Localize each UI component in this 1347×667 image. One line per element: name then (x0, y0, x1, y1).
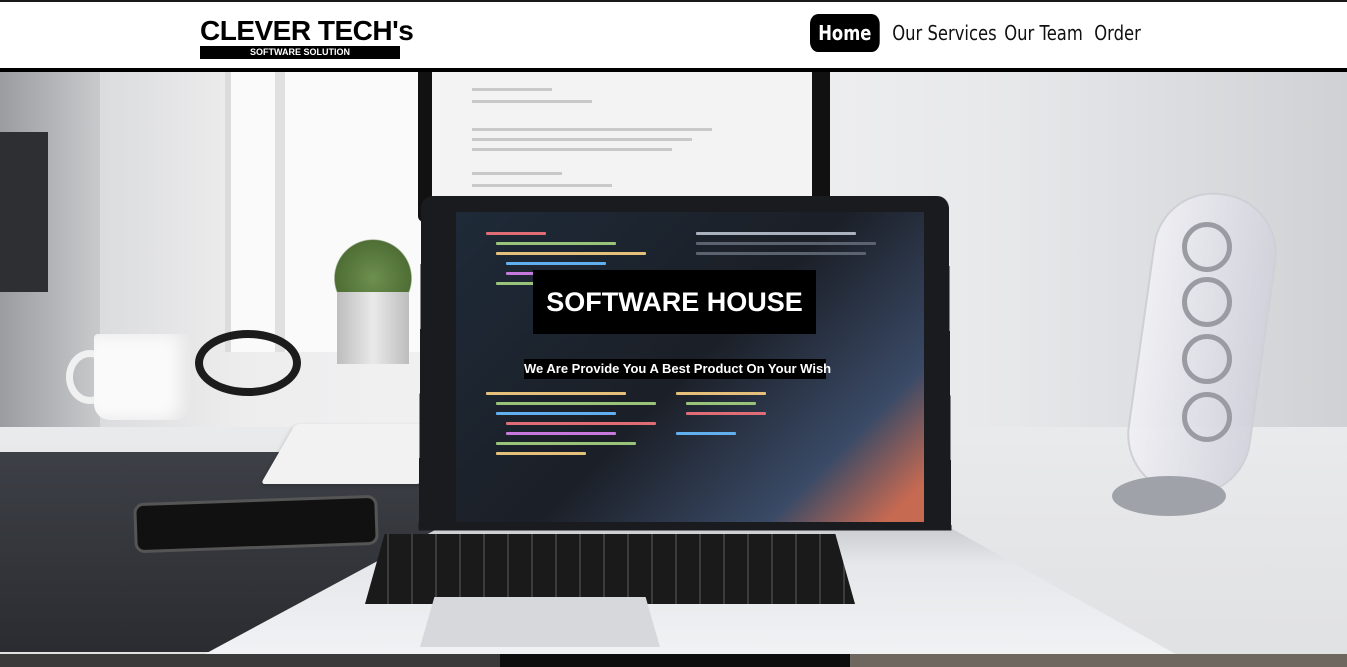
preview-segment (500, 654, 850, 667)
hero-banner: SOFTWARE HOUSE We Are Provide You A Best… (0, 72, 1347, 654)
preview-segment (0, 654, 500, 667)
lamp-base (1112, 476, 1226, 516)
brand-tagline: SOFTWARE SOLUTION (200, 46, 400, 59)
preview-segment (850, 654, 1347, 667)
lamp-ring (1182, 277, 1232, 327)
lamp-ring (1182, 334, 1232, 384)
plant-pot (337, 292, 409, 364)
navbar: CLEVER TECH's SOFTWARE SOLUTION Home Our… (0, 2, 1347, 68)
background-monitor (0, 132, 48, 292)
monitor-screen (432, 72, 812, 212)
nav-our-team[interactable]: Our Team (996, 14, 1091, 52)
lamp-ring (1182, 392, 1232, 442)
nav-home[interactable]: Home (810, 14, 880, 52)
nav-our-services[interactable]: Our Services (884, 14, 1005, 52)
window-frame (275, 72, 285, 352)
main-nav: Home Our Services Our Team Order (810, 14, 1146, 52)
smartphone (133, 494, 379, 554)
next-section-preview (0, 654, 1347, 667)
plant (330, 232, 416, 298)
brand-title: CLEVER TECH's (200, 15, 414, 46)
brand-logo[interactable]: CLEVER TECH's SOFTWARE SOLUTION (200, 15, 414, 59)
laptop-trackpad (420, 597, 660, 647)
hero-subtitle: We Are Provide You A Best Product On You… (524, 359, 831, 379)
nav-order[interactable]: Order (1086, 14, 1149, 52)
laptop-keyboard (365, 534, 855, 604)
coffee-mug (94, 334, 190, 420)
lamp-ring (1182, 222, 1232, 272)
hero-title: SOFTWARE HOUSE (533, 270, 816, 334)
headphones (195, 330, 301, 396)
